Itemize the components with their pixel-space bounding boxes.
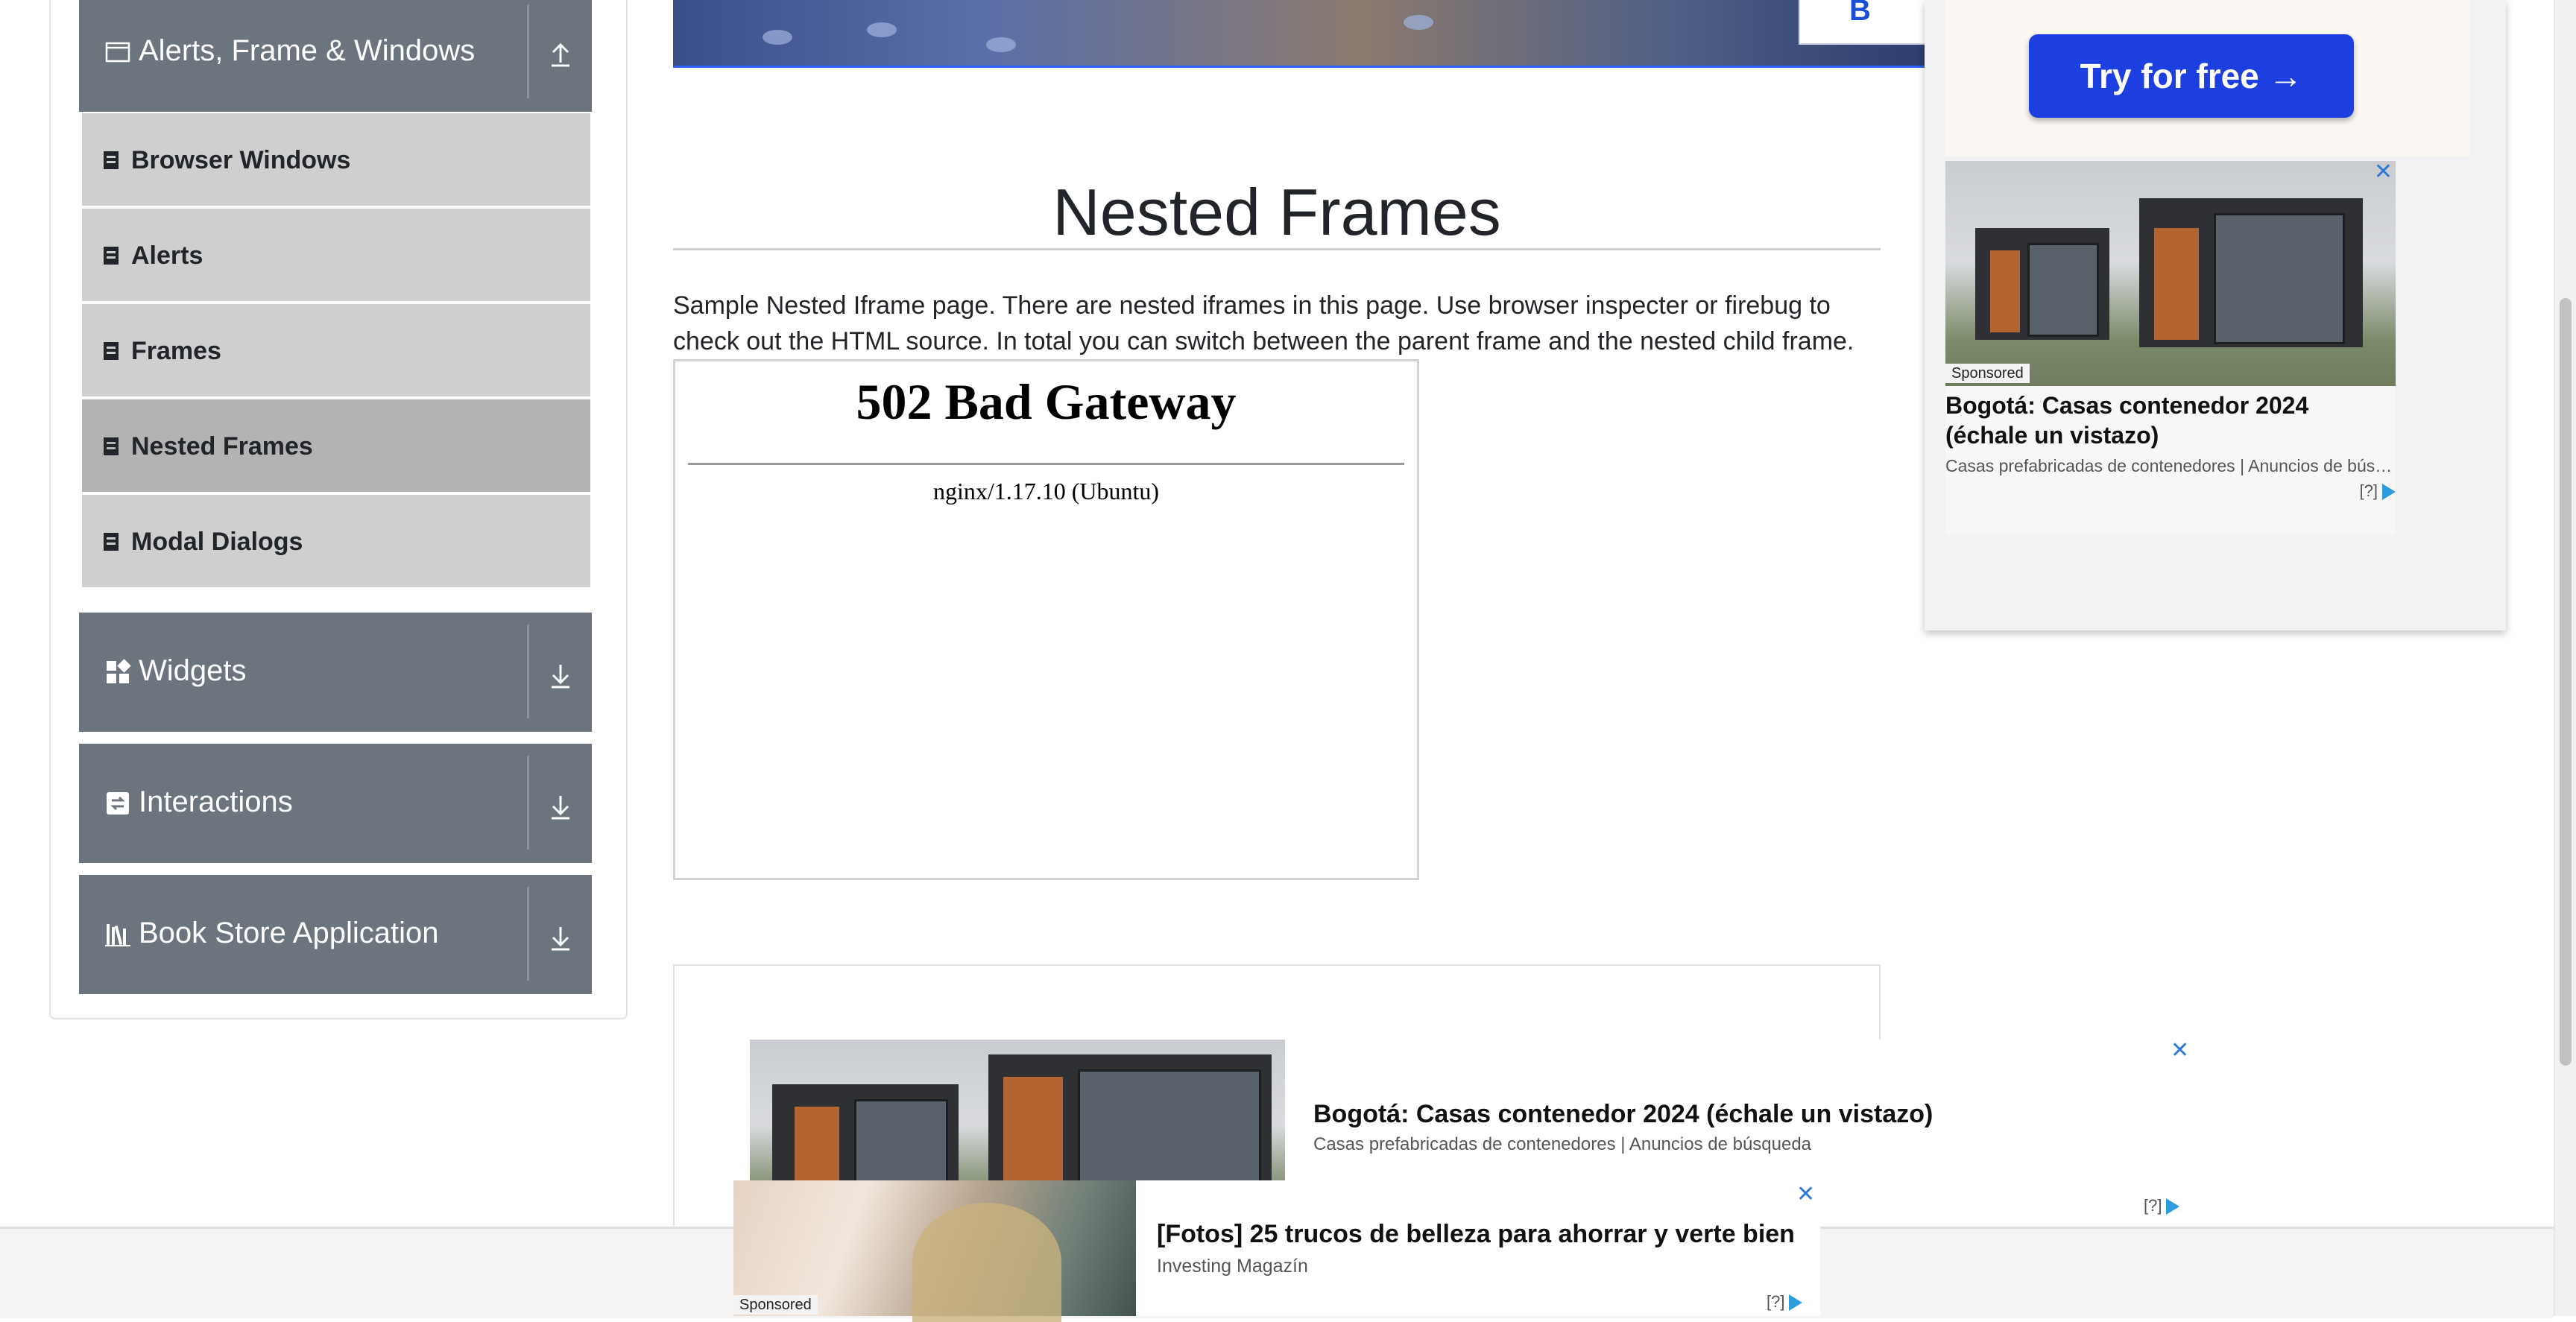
decoration — [1404, 15, 1433, 30]
parent-iframe[interactable]: 502 Bad Gateway nginx/1.17.10 (Ubuntu) — [673, 359, 1419, 880]
expand-down-arrow-icon[interactable] — [540, 785, 581, 827]
error-title: 502 Bad Gateway — [856, 373, 1237, 430]
ad-card[interactable]: Sponsored ✕ Bogotá: Casas contenedor 202… — [1945, 161, 2396, 534]
beauty-photo-image: Sponsored — [733, 1180, 1136, 1322]
page-description: Sample Nested Iframe page. There are nes… — [673, 291, 1854, 355]
collapse-up-arrow-icon[interactable] — [540, 33, 581, 75]
server-info: nginx/1.17.10 (Ubuntu) — [932, 478, 1160, 505]
sidebar-item-nested-frames[interactable]: Nested Frames — [82, 399, 590, 492]
list-item-icon — [104, 247, 119, 265]
side-ad[interactable]: Try for free → Sponsored ✕ Bogotá: Casas… — [1925, 0, 2506, 630]
try-for-free-button[interactable]: Try for free → — [2029, 34, 2354, 118]
ad-headline[interactable]: [Fotos] 25 trucos de belleza para ahorra… — [1157, 1219, 1795, 1249]
divider — [527, 624, 529, 718]
adchoices-icon[interactable]: [?] — [2360, 481, 2396, 501]
sponsored-label: Sponsored — [1945, 364, 2030, 383]
group-header-book-store[interactable]: Book Store Application — [79, 875, 592, 994]
decoration — [2154, 228, 2199, 340]
group-title: Book Store Application — [139, 917, 439, 949]
adchoices-label: [?] — [2359, 481, 2378, 500]
sidebar-item-label: Frames — [131, 337, 221, 365]
adchoices-icon[interactable]: [?] — [2144, 1196, 2180, 1215]
group-header-alerts-frame-windows[interactable]: Alerts, Frame & Windows — [79, 0, 592, 112]
list-item-icon — [104, 151, 119, 169]
sidebar-item-frames[interactable]: Frames — [82, 304, 590, 396]
adchoices-label: [?] — [1767, 1292, 1785, 1311]
decoration — [1990, 250, 2020, 332]
top-banner-ad[interactable]: B — [673, 0, 1925, 68]
decoration — [867, 22, 897, 37]
divider — [527, 887, 529, 981]
sidebar-item-modal-dialogs[interactable]: Modal Dialogs — [82, 495, 590, 587]
divider — [527, 756, 529, 850]
divider — [688, 463, 1404, 465]
sidebar-item-label: Browser Windows — [131, 146, 351, 174]
adchoices-triangle-icon — [1789, 1294, 1803, 1312]
sidebar-item-label: Alerts — [131, 241, 203, 270]
page-title: Nested Frames — [1052, 174, 1501, 249]
ad-source: Casas prefabricadas de contenedores | An… — [1313, 1134, 1812, 1154]
window-icon — [105, 42, 130, 63]
sidebar-item-alerts[interactable]: Alerts — [82, 209, 590, 301]
decoration — [2027, 243, 2099, 337]
decoration — [2214, 213, 2345, 344]
group-title: Interactions — [139, 785, 293, 818]
expand-down-arrow-icon[interactable] — [540, 654, 581, 696]
list-item-icon — [104, 342, 119, 360]
ad-headline[interactable]: Bogotá: Casas contenedor 2024 (échale un… — [1313, 1099, 1933, 1129]
group-header-interactions[interactable]: Interactions — [79, 744, 592, 863]
expand-down-arrow-icon[interactable] — [540, 917, 581, 958]
close-icon[interactable]: ✕ — [2171, 1040, 2189, 1062]
group-title: Widgets — [139, 654, 247, 687]
ad-headline[interactable]: Bogotá: Casas contenedor 2024 (échale un… — [1945, 390, 2396, 450]
bottom-ad[interactable]: Sponsored [Fotos] 25 trucos de belleza p… — [733, 1180, 1820, 1322]
divider — [527, 4, 529, 98]
books-icon — [105, 924, 130, 946]
cta-area: Try for free → — [1945, 0, 2470, 156]
sponsored-label: Sponsored — [733, 1295, 818, 1315]
adchoices-icon[interactable]: [?] — [1767, 1292, 1803, 1312]
close-icon[interactable]: ✕ — [1796, 1183, 1815, 1206]
decoration — [912, 1203, 1061, 1322]
interactions-icon — [107, 792, 129, 815]
decoration — [986, 37, 1016, 52]
ad-source: Investing Magazín — [1157, 1256, 1308, 1277]
banner-button[interactable]: B — [1799, 0, 1925, 45]
group-header-widgets[interactable]: Widgets — [79, 613, 592, 732]
adchoices-label: [?] — [2144, 1196, 2162, 1215]
adchoices-triangle-icon — [2166, 1198, 2180, 1215]
scrollbar-thumb[interactable] — [2560, 298, 2572, 1066]
container-house-image: Sponsored — [1945, 161, 2396, 386]
sidebar-item-browser-windows[interactable]: Browser Windows — [82, 113, 590, 206]
list-item-icon — [104, 437, 119, 455]
sidebar-item-label: Modal Dialogs — [131, 528, 303, 556]
widgets-icon — [107, 659, 131, 683]
group-title: Alerts, Frame & Windows — [139, 34, 476, 67]
adchoices-triangle-icon — [2382, 484, 2396, 501]
sidebar-item-label: Nested Frames — [131, 432, 313, 461]
ad-source: Casas prefabricadas de contenedores | An… — [1945, 456, 2396, 475]
close-icon[interactable]: ✕ — [2374, 161, 2393, 183]
decoration — [763, 30, 792, 45]
divider — [673, 248, 1881, 250]
vertical-scrollbar[interactable] — [2554, 0, 2576, 1316]
list-item-icon — [104, 533, 119, 551]
